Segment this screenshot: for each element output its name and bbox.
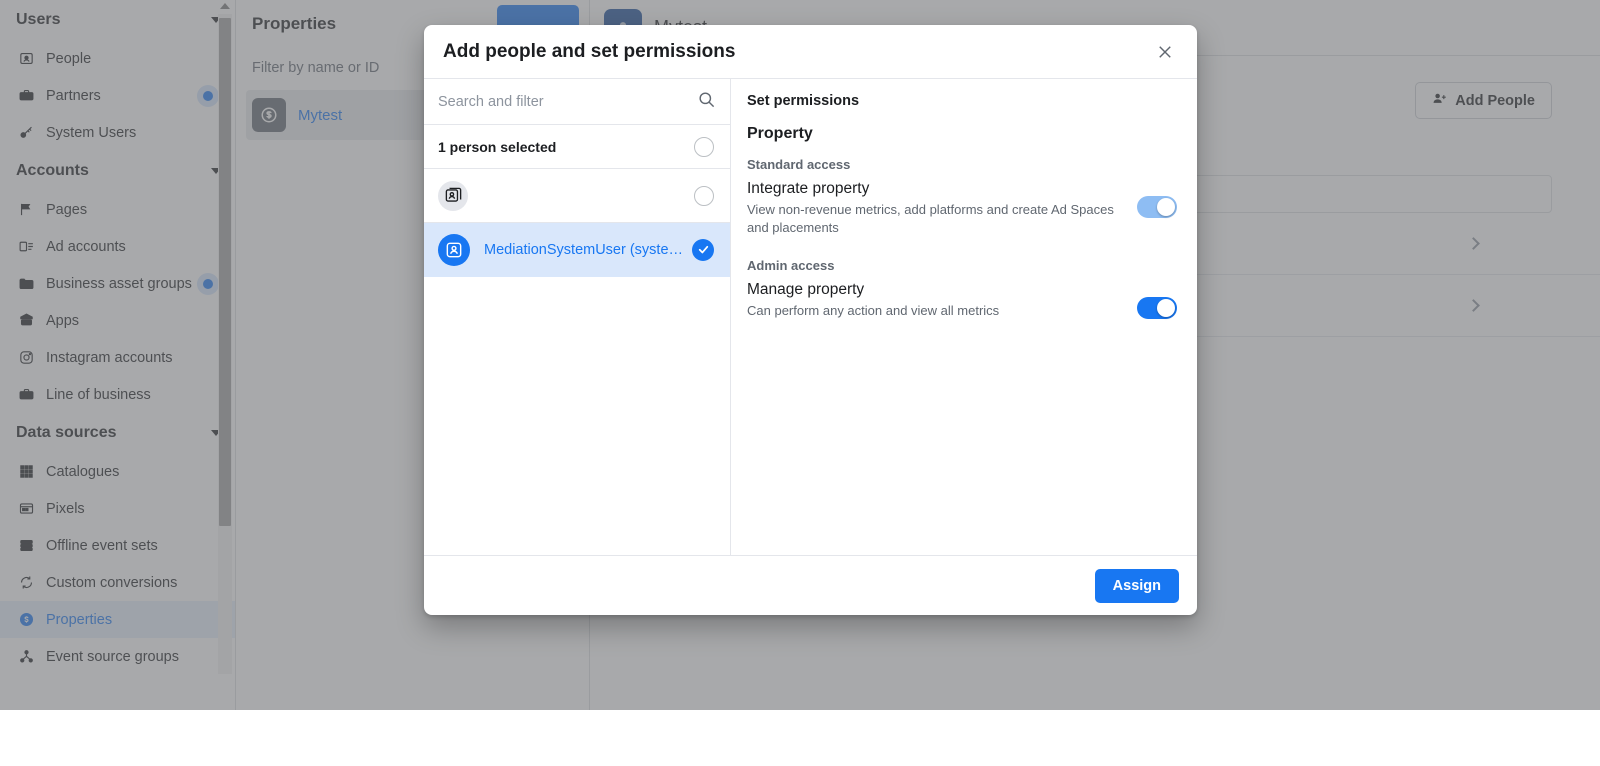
permission-group: Standard access Integrate property View … bbox=[747, 157, 1177, 236]
permission-group-label: Admin access bbox=[747, 258, 1177, 273]
permission-description: Can perform any action and view all metr… bbox=[747, 302, 1117, 320]
integrate-property-toggle[interactable] bbox=[1137, 196, 1177, 218]
toggle-knob bbox=[1157, 299, 1175, 317]
permission-item: Integrate property View non-revenue metr… bbox=[747, 180, 1177, 236]
dialog-title: Add people and set permissions bbox=[443, 41, 1151, 63]
add-people-dialog: Add people and set permissions 1 person … bbox=[424, 25, 1197, 615]
permission-group-label: Standard access bbox=[747, 157, 1177, 172]
permission-item: Manage property Can perform any action a… bbox=[747, 281, 1177, 320]
permission-title: Integrate property bbox=[747, 180, 1117, 198]
person-name: MediationSystemUser (syste… bbox=[484, 242, 692, 258]
permissions-section-title: Property bbox=[747, 125, 1177, 143]
permission-description: View non-revenue metrics, add platforms … bbox=[747, 201, 1117, 236]
search-input[interactable] bbox=[438, 94, 697, 110]
person-selected-checkmark-icon[interactable] bbox=[692, 239, 714, 261]
close-icon[interactable] bbox=[1151, 38, 1179, 66]
system-user-icon bbox=[438, 234, 470, 266]
search-icon[interactable] bbox=[697, 90, 716, 114]
person-list-item[interactable] bbox=[424, 169, 730, 223]
permissions-pane: Set permissions Property Standard access… bbox=[731, 79, 1197, 555]
person-list-item[interactable]: MediationSystemUser (syste… bbox=[424, 223, 730, 277]
permission-text: Manage property Can perform any action a… bbox=[747, 281, 1137, 320]
assign-button[interactable]: Assign bbox=[1095, 569, 1179, 603]
selection-summary-row[interactable]: 1 person selected bbox=[424, 125, 730, 169]
permission-text: Integrate property View non-revenue metr… bbox=[747, 180, 1137, 236]
manage-property-toggle[interactable] bbox=[1137, 297, 1177, 319]
person-select-radio[interactable] bbox=[694, 186, 714, 206]
toggle-knob bbox=[1157, 198, 1175, 216]
search-row bbox=[424, 79, 730, 125]
select-all-radio[interactable] bbox=[694, 137, 714, 157]
permission-group: Admin access Manage property Can perform… bbox=[747, 258, 1177, 320]
dialog-body: 1 person selected bbox=[424, 79, 1197, 555]
people-stack-icon bbox=[438, 181, 468, 211]
permission-title: Manage property bbox=[747, 281, 1117, 299]
dialog-footer: Assign bbox=[424, 555, 1197, 615]
selection-summary-label: 1 person selected bbox=[438, 139, 694, 155]
set-permissions-heading: Set permissions bbox=[747, 93, 1177, 109]
dialog-header: Add people and set permissions bbox=[424, 25, 1197, 79]
people-selection-pane: 1 person selected bbox=[424, 79, 731, 555]
